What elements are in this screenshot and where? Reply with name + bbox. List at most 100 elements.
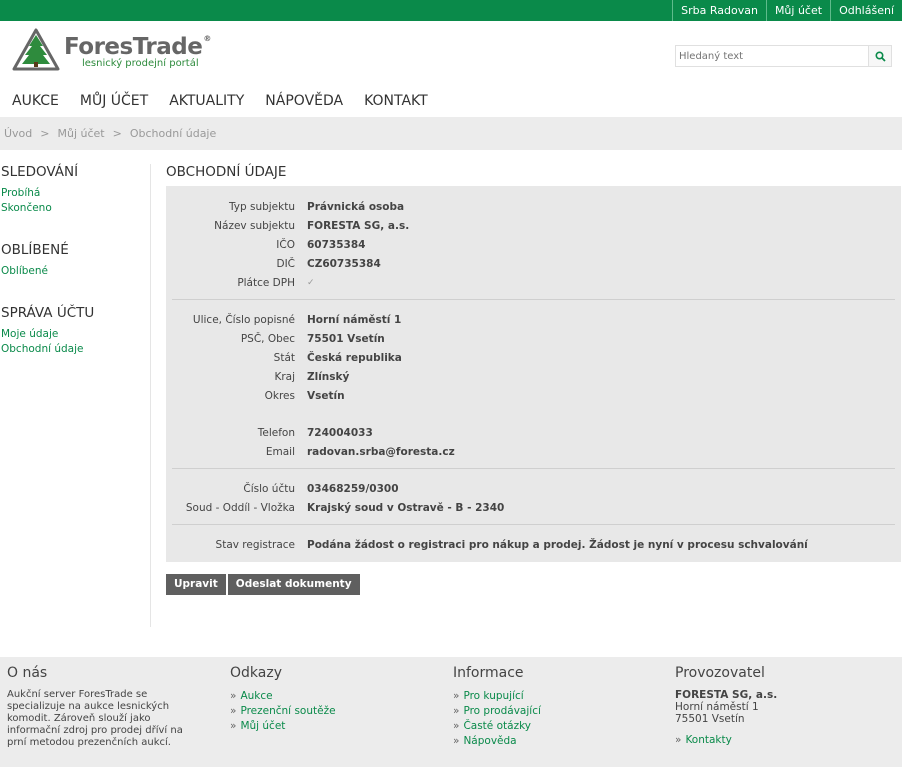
arrow-icon: » <box>453 720 460 732</box>
detail-label: PSČ, Obec <box>240 332 295 345</box>
footer-link-presence-competitions[interactable]: » Prezenční soutěže <box>230 704 430 719</box>
action-bar: Upravit Odeslat dokumenty <box>166 574 901 595</box>
footer-about: O nás Aukční server ForesTrade se specia… <box>7 665 197 749</box>
detail-value: 60735384 <box>307 238 366 251</box>
logo[interactable]: ForesTrade® lesnický prodejní portál <box>12 28 252 72</box>
arrow-icon: » <box>453 705 460 717</box>
sidebar-heading: OBLÍBENÉ <box>1 242 69 258</box>
detail-label: Telefon <box>257 426 295 439</box>
detail-label: Stát <box>273 351 295 364</box>
footer-link-contacts[interactable]: » Kontakty <box>675 733 875 748</box>
detail-row: Kraj Zlínský <box>166 367 901 386</box>
breadcrumb-current: Obchodní údaje <box>129 127 217 140</box>
detail-value: CZ60735384 <box>307 257 381 270</box>
send-documents-button[interactable]: Odeslat dokumenty <box>227 574 360 595</box>
sidebar-divider <box>150 164 151 627</box>
detail-row: Soud - Oddíl - Vložka Krajský soud v Ostr… <box>166 498 901 517</box>
search-box <box>675 45 892 67</box>
nav-item-aktuality[interactable]: AKTUALITY <box>169 92 244 110</box>
detail-value: Horní náměstí 1 <box>307 313 402 326</box>
detail-label: Číslo účtu <box>243 482 295 495</box>
footer-operator: Provozovatel FORESTA SG, a.s. Horní námě… <box>675 665 875 748</box>
detail-label: Stav registrace <box>215 538 295 551</box>
detail-value: Vsetín <box>307 389 345 402</box>
user-name-link[interactable]: Srba Radovan <box>672 0 766 21</box>
sidebar-item-finished[interactable]: Skončeno <box>1 201 146 216</box>
sidebar-item-my-data[interactable]: Moje údaje <box>1 327 146 342</box>
detail-label: Soud - Oddíl - Vložka <box>185 501 295 514</box>
breadcrumb-home[interactable]: Úvod <box>4 127 32 140</box>
detail-label: Typ subjektu <box>228 200 295 213</box>
detail-row: Telefon 724004033 <box>166 423 901 442</box>
main-content: OBCHODNÍ ÚDAJE Typ subjektu Právnická oso… <box>166 164 901 595</box>
page-title: OBCHODNÍ ÚDAJE <box>166 164 287 180</box>
detail-label: IČO <box>276 238 295 251</box>
arrow-icon: » <box>453 690 460 702</box>
detail-value: 75501 Vsetín <box>307 332 385 345</box>
logout-link[interactable]: Odhlášení <box>830 0 902 21</box>
detail-label: Ulice, Číslo popisné <box>192 313 295 326</box>
nav-item-napoveda[interactable]: NÁPOVĚDA <box>265 92 343 110</box>
nav-item-kontakt[interactable]: KONTAKT <box>364 92 428 110</box>
section-divider <box>172 299 895 300</box>
footer-heading: Informace <box>453 665 524 681</box>
footer-links: Odkazy » Aukce » Prezenční soutěže » Můj úč… <box>230 665 430 734</box>
detail-row: Plátce DPH ✓ <box>166 273 901 292</box>
sidebar-heading: SLEDOVÁNÍ <box>1 164 79 180</box>
detail-row: Stát Česká republika <box>166 348 901 367</box>
detail-row: Číslo účtu 03468259/0300 <box>166 479 901 498</box>
vat-payer-check-icon: ✓ <box>307 277 315 288</box>
detail-row: Okres Vsetín <box>166 386 901 405</box>
arrow-icon: » <box>675 734 682 746</box>
sidebar-group-favorites: OBLÍBENÉ Oblíbené <box>1 242 146 279</box>
arrow-icon: » <box>230 690 237 702</box>
detail-row: Typ subjektu Právnická osoba <box>166 197 901 216</box>
breadcrumb-separator: > <box>112 127 122 140</box>
registration-status: Podána žádost o registraci pro nákup a p… <box>307 538 808 551</box>
footer-about-text: Aukční server ForesTrade se specializuje… <box>7 689 183 748</box>
footer-link-buyers[interactable]: » Pro kupující <box>453 689 653 704</box>
footer: O nás Aukční server ForesTrade se specia… <box>0 657 902 767</box>
footer-link-faq[interactable]: » Časté otázky <box>453 719 653 734</box>
detail-label: Název subjektu <box>214 219 295 232</box>
footer-link-auctions[interactable]: » Aukce <box>230 689 430 704</box>
my-account-link[interactable]: Můj účet <box>765 0 830 21</box>
detail-row: DIČ CZ60735384 <box>166 254 901 273</box>
business-data-panel: Typ subjektu Právnická osoba Název subjek… <box>166 186 901 562</box>
detail-row: Název subjektu FORESTA SG, a.s. <box>166 216 901 235</box>
arrow-icon: » <box>453 735 460 747</box>
breadcrumb: Úvod > Můj účet > Obchodní údaje <box>0 117 902 150</box>
tree-logo-icon <box>12 28 60 71</box>
detail-row: Email radovan.srba@foresta.cz <box>166 442 901 461</box>
detail-label: DIČ <box>276 257 295 270</box>
breadcrumb-separator: > <box>40 127 50 140</box>
footer-heading: Provozovatel <box>675 665 765 681</box>
user-links: Srba Radovan Můj účet Odhlášení <box>672 0 902 21</box>
search-button[interactable] <box>868 45 892 67</box>
registered-mark: ® <box>203 34 211 43</box>
sidebar-item-favorites[interactable]: Oblíbené <box>1 264 146 279</box>
arrow-icon: » <box>230 720 237 732</box>
detail-value: Právnická osoba <box>307 200 405 213</box>
detail-value: Zlínský <box>307 370 350 383</box>
sidebar-item-running[interactable]: Probíhá <box>1 186 146 201</box>
footer-link-help[interactable]: » Nápověda <box>453 734 653 749</box>
detail-label: Okres <box>264 389 295 402</box>
search-icon <box>874 50 886 62</box>
sidebar-group-account: SPRÁVA ÚČTU Moje údaje Obchodní údaje <box>1 305 146 357</box>
nav-item-aukce[interactable]: AUKCE <box>12 92 59 110</box>
sidebar-item-business-data[interactable]: Obchodní údaje <box>1 342 146 357</box>
nav-item-muj-ucet[interactable]: MŮJ ÚČET <box>80 92 148 110</box>
detail-row: Ulice, Číslo popisné Horní náměstí 1 <box>166 310 901 329</box>
breadcrumb-account[interactable]: Můj účet <box>58 127 105 140</box>
detail-value: radovan.srba@foresta.cz <box>307 445 455 458</box>
edit-button[interactable]: Upravit <box>166 574 226 595</box>
detail-value: 724004033 <box>307 426 373 439</box>
detail-value: Krajský soud v Ostravě - B - 2340 <box>307 501 505 514</box>
operator-street: Horní náměstí 1 <box>675 701 759 713</box>
section-divider <box>172 468 895 469</box>
search-input[interactable] <box>675 45 868 67</box>
footer-link-my-account[interactable]: » Můj účet <box>230 719 430 734</box>
footer-link-sellers[interactable]: » Pro prodávající <box>453 704 653 719</box>
